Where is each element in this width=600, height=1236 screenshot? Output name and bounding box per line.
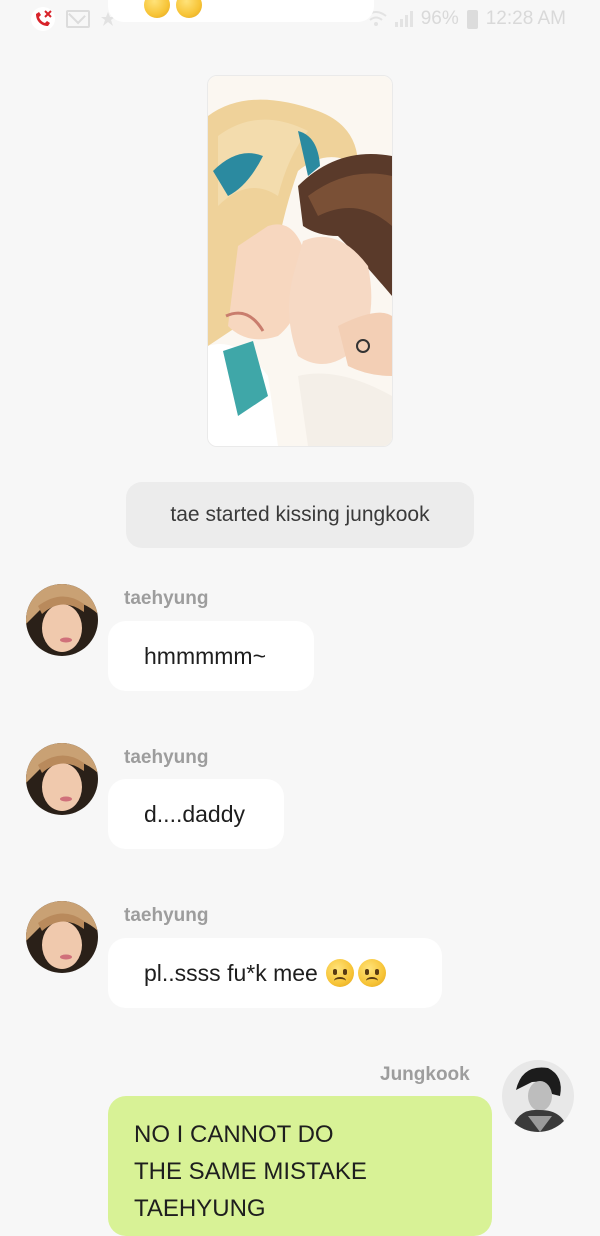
smile-emoji	[144, 0, 170, 18]
message-bubble[interactable]: hmmmmm~	[108, 621, 314, 691]
message-text: hmmmmm~	[144, 642, 267, 669]
message-bubble[interactable]: pl..ssss fu*k mee	[108, 938, 442, 1008]
message-text: d....daddy	[144, 800, 246, 827]
sender-name: taehyung	[124, 905, 209, 926]
missed-call-icon	[31, 7, 55, 31]
illustration-image	[208, 76, 392, 446]
avatar[interactable]	[26, 584, 98, 656]
sad-sweat-emoji	[325, 959, 354, 987]
previous-message-bubble	[108, 0, 374, 22]
signal-icon	[394, 11, 413, 27]
worried-emoji	[357, 959, 386, 987]
battery-percent: 96%	[420, 8, 459, 29]
mail-icon	[66, 10, 90, 28]
avatar[interactable]	[26, 743, 98, 815]
narration-message: tae started kissing jungkook	[126, 482, 474, 548]
message-text-line: THE SAME MISTAKE	[134, 1158, 367, 1185]
avatar[interactable]	[26, 901, 98, 973]
smile-emoji	[176, 0, 202, 18]
shared-image[interactable]	[207, 75, 393, 447]
status-left-icons	[30, 6, 116, 32]
status-right-icons: 96% 12:28 AM	[365, 8, 566, 30]
message-text-line: TAEHYUNG	[134, 1195, 266, 1222]
message-bubble[interactable]: d....daddy	[108, 779, 284, 849]
message-bubble[interactable]: NO I CANNOT DO THE SAME MISTAKE TAEHYUNG	[108, 1096, 492, 1236]
message-text: pl..ssss fu*k mee	[144, 959, 318, 986]
sender-name: Jungkook	[380, 1064, 470, 1085]
message-text-line: NO I CANNOT DO	[134, 1121, 334, 1148]
sender-name: taehyung	[124, 747, 209, 768]
avatar[interactable]	[502, 1060, 574, 1132]
battery-icon	[466, 9, 478, 29]
sender-name: taehyung	[124, 588, 209, 609]
clock-time: 12:28 AM	[485, 8, 566, 29]
